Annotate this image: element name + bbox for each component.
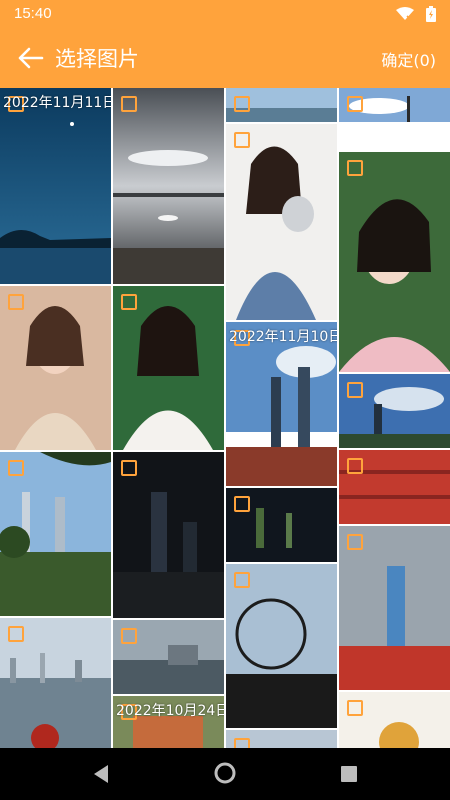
photo-tile[interactable] — [0, 618, 111, 748]
select-checkbox[interactable] — [234, 572, 250, 588]
page-title: 选择图片 — [55, 47, 139, 71]
photo-tile[interactable] — [226, 730, 337, 748]
battery-icon — [426, 6, 436, 26]
app-bar: 15:40 选择图片 确定(0) — [0, 0, 450, 88]
select-checkbox[interactable] — [347, 160, 363, 176]
select-checkbox[interactable] — [121, 460, 137, 476]
confirm-button[interactable]: 确定(0) — [381, 47, 436, 71]
select-checkbox[interactable] — [234, 738, 250, 748]
photo-tile[interactable] — [339, 450, 450, 524]
photo-tile[interactable] — [113, 452, 224, 618]
select-checkbox[interactable] — [8, 626, 24, 642]
select-checkbox[interactable] — [347, 458, 363, 474]
photo-tile[interactable] — [226, 564, 337, 728]
photo-tile[interactable] — [226, 488, 337, 562]
select-checkbox[interactable] — [8, 294, 24, 310]
nav-recent-icon[interactable] — [340, 765, 358, 787]
toolbar: 选择图片 确定(0) — [0, 28, 450, 88]
photo-tile[interactable]: 2022年11月11日 — [0, 88, 111, 284]
select-checkbox[interactable] — [347, 700, 363, 716]
photo-tile[interactable] — [226, 124, 337, 320]
select-checkbox[interactable] — [8, 460, 24, 476]
date-label: 2022年10月24日 — [116, 703, 224, 719]
photo-tile[interactable]: 2022年11月10日 — [226, 322, 337, 486]
photo-tile[interactable]: 2022年10月24日 — [113, 696, 224, 748]
photo-tile[interactable] — [339, 374, 450, 448]
photo-tile[interactable] — [113, 620, 224, 694]
select-checkbox[interactable] — [347, 382, 363, 398]
select-checkbox[interactable] — [121, 628, 137, 644]
select-checkbox[interactable] — [121, 96, 137, 112]
photo-tile[interactable] — [226, 88, 337, 122]
back-arrow-icon[interactable] — [14, 42, 46, 74]
navigation-bar — [0, 748, 450, 800]
photo-tile[interactable] — [0, 452, 111, 616]
photo-tile[interactable] — [113, 88, 224, 284]
photo-tile[interactable] — [113, 286, 224, 450]
select-checkbox[interactable] — [347, 96, 363, 112]
status-time: 15:40 — [14, 5, 52, 22]
select-checkbox[interactable] — [234, 96, 250, 112]
select-checkbox[interactable] — [347, 534, 363, 550]
photo-tile[interactable] — [339, 152, 450, 372]
date-label: 2022年11月10日 — [229, 329, 337, 345]
select-checkbox[interactable] — [234, 496, 250, 512]
nav-back-icon[interactable] — [92, 764, 110, 788]
photo-tile[interactable] — [339, 88, 450, 122]
status-bar: 15:40 — [0, 0, 450, 28]
photo-grid: 2022年11月11日 2022年10月24日 2022年11月10日 — [0, 88, 450, 748]
photo-tile[interactable] — [339, 526, 450, 690]
wifi-icon — [396, 6, 414, 25]
select-checkbox[interactable] — [121, 294, 137, 310]
photo-tile[interactable] — [339, 692, 450, 748]
nav-home-icon[interactable] — [214, 762, 236, 788]
photo-tile[interactable] — [0, 286, 111, 450]
date-label: 2022年11月11日 — [3, 95, 111, 111]
select-checkbox[interactable] — [234, 132, 250, 148]
